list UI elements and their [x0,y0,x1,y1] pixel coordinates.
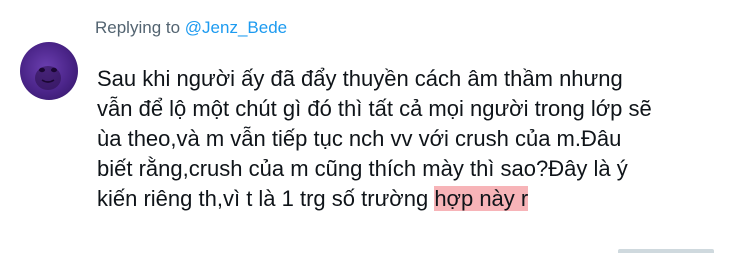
tweet-text: Sau khi người ấy đã đẩy thuyền cách âm t… [97,64,717,214]
button-edge[interactable] [618,249,714,253]
reply-handle-link[interactable]: @Jenz_Bede [185,18,287,37]
tweet-line-1: Sau khi người ấy đã đẩy thuyền cách âm t… [97,66,623,91]
tweet-line-5-text: kiến riêng th,vì t là 1 trg số trường [97,186,435,211]
replying-to-prefix: Replying to [95,18,185,37]
tweet-line-4: biết rằng,crush của m cũng thích mày thì… [97,156,628,181]
selected-text-highlight: hợp này r [434,186,529,211]
replying-to-label: Replying to @Jenz_Bede [95,18,287,38]
avatar-face-icon [35,66,61,90]
tweet-line-3: ùa theo,và m vẫn tiếp tục nch vv với cru… [97,126,622,151]
tweet-line-2: vẫn để lộ một chút gì đó thì tất cả mọi … [97,96,652,121]
avatar[interactable] [20,42,78,100]
tweet-line-5: kiến riêng th,vì t là 1 trg số trường hợ… [97,184,717,214]
